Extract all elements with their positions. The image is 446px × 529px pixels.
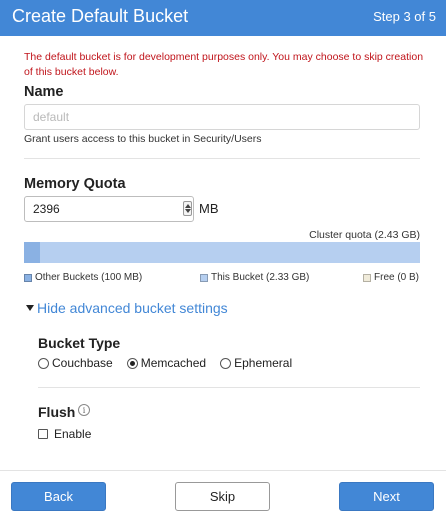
legend-free: Free (0 B) [363,272,419,283]
name-label: Name [24,84,64,100]
memory-usage-bar [24,242,420,263]
other-buckets-segment [24,242,40,263]
name-help-text: Grant users access to this bucket in Sec… [24,133,262,145]
next-button[interactable]: Next [339,482,434,511]
warning-message: The default bucket is for development pu… [24,51,424,78]
radio-circle[interactable] [38,357,49,369]
memory-quota-input[interactable] [24,196,194,222]
radio-circle[interactable] [220,357,232,369]
legend-swatch [24,273,32,282]
section-divider [38,387,420,388]
step-indicator: Step 3 of 5 [373,9,436,24]
info-icon[interactable]: i [78,404,90,416]
section-divider [24,158,420,159]
radio-label: Couchbase [52,356,113,370]
legend-label: Free (0 B) [374,272,420,283]
dialog-title: Create Default Bucket [12,6,189,26]
footer-divider [0,470,446,471]
spinner-up-icon[interactable] [185,204,191,208]
spinner-down-icon[interactable] [185,209,191,213]
radio-memcached[interactable]: Memcached [126,356,207,370]
skip-button[interactable]: Skip [175,482,270,511]
dialog-header: Create Default Bucket Step 3 of 5 [0,0,446,36]
flush-label: Flush [38,404,76,420]
checkbox[interactable] [38,429,48,439]
quota-unit: MB [199,201,219,216]
this-bucket-segment [39,242,420,263]
bucket-name-input[interactable] [24,104,420,130]
legend-label: This Bucket (2.33 GB) [211,272,310,283]
quota-spinner[interactable] [183,201,192,216]
flush-enable-checkbox[interactable]: Enable [38,427,91,441]
legend-other-buckets: Other Buckets (100 MB) [24,272,142,283]
radio-label: Ephemeral [234,356,293,370]
radio-couchbase[interactable]: Couchbase [38,356,113,370]
radio-label: Memcached [140,356,207,370]
caret-down-icon [26,305,34,311]
cluster-quota-label: Cluster quota (2.43 GB) [309,229,420,241]
advanced-settings-toggle[interactable]: Hide advanced bucket settings [26,300,228,316]
memory-quota-label: Memory Quota [24,176,126,192]
radio-ephemeral[interactable]: Ephemeral [220,356,292,370]
legend-swatch [200,273,208,282]
legend-label: Other Buckets (100 MB) [35,272,143,283]
radio-circle[interactable] [126,357,138,369]
legend-swatch [363,273,371,282]
back-button[interactable]: Back [11,482,106,511]
bucket-type-radio-group: Couchbase Memcached Ephemeral [38,356,306,370]
legend-this-bucket: This Bucket (2.33 GB) [200,272,309,283]
enable-label: Enable [54,427,92,441]
bucket-type-label: Bucket Type [38,335,121,351]
advanced-settings-label: Hide advanced bucket settings [37,300,228,316]
